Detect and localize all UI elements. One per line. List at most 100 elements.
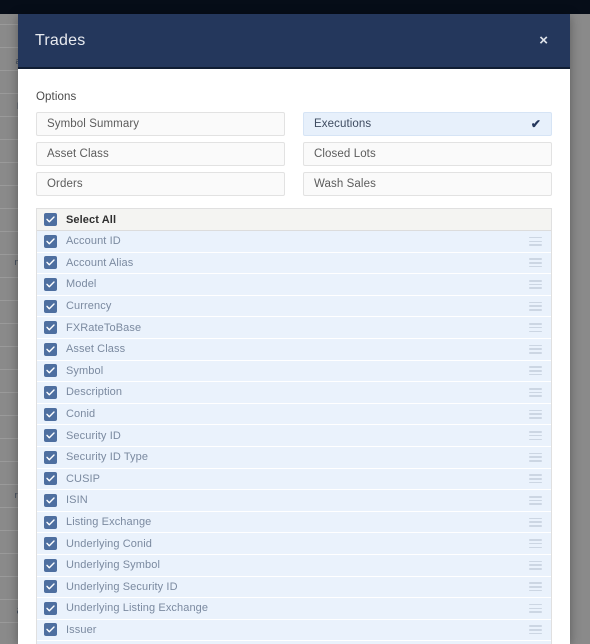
list-item-label: Account ID xyxy=(66,235,121,248)
row-checkbox[interactable] xyxy=(44,407,57,421)
row-checkbox[interactable] xyxy=(44,385,57,399)
option-tile-label: Orders xyxy=(47,178,83,190)
option-tile-executions[interactable]: Executions ✔ xyxy=(303,112,552,136)
drag-handle-icon[interactable] xyxy=(529,323,542,333)
option-tile-orders[interactable]: Orders xyxy=(36,172,285,196)
modal-title: Trades xyxy=(35,31,86,49)
row-checkbox[interactable] xyxy=(44,234,57,248)
column-list: Select All Account ID Account Alias Model Cu… xyxy=(36,208,552,644)
row-checkbox[interactable] xyxy=(44,321,57,335)
select-all-row[interactable]: Select All xyxy=(37,209,551,231)
list-item-label: Underlying Security ID xyxy=(66,580,178,593)
list-item[interactable]: Description xyxy=(37,382,551,404)
row-checkbox[interactable] xyxy=(44,472,57,486)
drag-handle-icon[interactable] xyxy=(529,625,542,635)
row-checkbox[interactable] xyxy=(44,364,57,378)
list-item[interactable]: Security ID xyxy=(37,425,551,447)
list-item[interactable]: Currency xyxy=(37,295,551,318)
list-item[interactable]: Underlying Conid xyxy=(37,533,551,555)
list-item-label: Security ID Type xyxy=(66,451,149,464)
list-item-label: Underlying Listing Exchange xyxy=(66,602,209,615)
option-tile-label: Closed Lots xyxy=(314,148,376,160)
list-item[interactable]: Account Alias xyxy=(37,252,551,275)
list-item-label: Conid xyxy=(66,408,96,421)
drag-handle-icon[interactable] xyxy=(529,236,542,246)
list-item[interactable]: Issuer xyxy=(37,619,551,642)
row-checkbox[interactable] xyxy=(44,429,57,443)
options-label: Options xyxy=(36,91,77,103)
drag-handle-icon[interactable] xyxy=(529,344,542,354)
list-item-label: Issuer xyxy=(66,623,97,636)
list-item[interactable]: CUSIP xyxy=(37,468,551,491)
drag-handle-icon[interactable] xyxy=(529,452,542,462)
list-item[interactable]: Underlying Security ID xyxy=(37,576,551,599)
drag-handle-icon[interactable] xyxy=(529,279,542,289)
modal-header: Trades × xyxy=(18,14,570,69)
option-tile-asset-class[interactable]: Asset Class xyxy=(36,142,285,166)
drag-handle-icon[interactable] xyxy=(529,366,542,376)
list-item-label: Description xyxy=(66,386,123,399)
row-checkbox[interactable] xyxy=(44,558,57,572)
drag-handle-icon[interactable] xyxy=(529,560,542,570)
check-icon: ✔ xyxy=(530,117,541,131)
drag-handle-icon[interactable] xyxy=(529,474,542,484)
list-item-label: Underlying Conid xyxy=(66,537,152,550)
list-item-label: Listing Exchange xyxy=(66,516,152,529)
option-tile-wash-sales[interactable]: Wash Sales xyxy=(303,172,552,196)
row-checkbox[interactable] xyxy=(44,623,57,637)
drag-handle-icon[interactable] xyxy=(529,582,542,592)
drag-handle-icon[interactable] xyxy=(529,258,542,268)
row-checkbox[interactable] xyxy=(44,493,57,507)
list-item-label: ISIN xyxy=(66,494,88,507)
list-item[interactable]: Underlying Listing Exchange xyxy=(37,598,551,620)
row-checkbox[interactable] xyxy=(44,601,57,615)
row-checkbox[interactable] xyxy=(44,515,57,529)
list-item-label: Currency xyxy=(66,300,112,313)
list-item[interactable]: Asset Class xyxy=(37,338,551,361)
drag-handle-icon[interactable] xyxy=(529,431,542,441)
row-checkbox[interactable] xyxy=(44,299,57,313)
close-icon[interactable]: × xyxy=(535,29,552,52)
list-item[interactable]: Underlying Symbol xyxy=(37,554,551,577)
list-item-label: Account Alias xyxy=(66,256,134,269)
option-tile-label: Symbol Summary xyxy=(47,118,140,130)
drag-handle-icon[interactable] xyxy=(529,409,542,419)
row-checkbox[interactable] xyxy=(44,342,57,356)
list-item-label: Symbol xyxy=(66,364,104,377)
list-item-label: Asset Class xyxy=(66,343,126,356)
drag-handle-icon[interactable] xyxy=(529,495,542,505)
drag-handle-icon[interactable] xyxy=(529,301,542,311)
list-item-label: Security ID xyxy=(66,429,121,442)
list-item[interactable]: Symbol xyxy=(37,360,551,383)
background-top-bar xyxy=(0,0,590,14)
list-item[interactable]: Model xyxy=(37,274,551,296)
modal-body: Options Symbol Summary Executions ✔ Asset C… xyxy=(18,69,570,644)
list-item-label: CUSIP xyxy=(66,472,101,485)
option-tile-closed-lots[interactable]: Closed Lots xyxy=(303,142,552,166)
list-item[interactable]: Conid xyxy=(37,403,551,426)
option-tile-label: Executions xyxy=(314,118,372,130)
list-item-label: Underlying Symbol xyxy=(66,559,161,572)
select-all-checkbox[interactable] xyxy=(44,213,57,226)
drag-handle-icon[interactable] xyxy=(529,517,542,527)
row-checkbox[interactable] xyxy=(44,450,57,464)
options-grid: Symbol Summary Executions ✔ Asset Class Clos… xyxy=(36,112,552,196)
list-item-label: Model xyxy=(66,278,97,291)
option-tile-symbol-summary[interactable]: Symbol Summary xyxy=(36,112,285,136)
row-checkbox[interactable] xyxy=(44,580,57,594)
row-checkbox[interactable] xyxy=(44,277,57,291)
drag-handle-icon[interactable] xyxy=(529,603,542,613)
list-item[interactable]: Security ID Type xyxy=(37,446,551,469)
row-checkbox[interactable] xyxy=(44,256,57,270)
row-checkbox[interactable] xyxy=(44,537,57,551)
list-item[interactable]: ISIN xyxy=(37,490,551,512)
option-tile-label: Wash Sales xyxy=(314,178,376,190)
option-tile-label: Asset Class xyxy=(47,148,109,160)
drag-handle-icon[interactable] xyxy=(529,387,542,397)
drag-handle-icon[interactable] xyxy=(529,539,542,549)
trades-modal: Trades × Options Symbol Summary Execution… xyxy=(18,14,570,644)
list-item[interactable]: Listing Exchange xyxy=(37,511,551,534)
list-item[interactable]: Account ID xyxy=(37,231,551,253)
select-all-label: Select All xyxy=(66,213,117,226)
list-item[interactable]: FXRateToBase xyxy=(37,317,551,339)
